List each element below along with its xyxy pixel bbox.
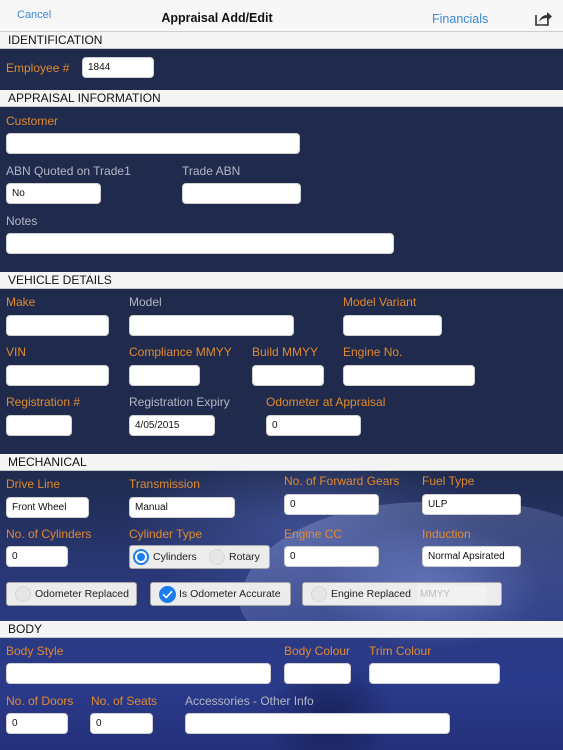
radio-rotary[interactable] <box>209 549 225 565</box>
engine-replaced-label: Engine Replaced <box>331 588 411 600</box>
trade-abn-label: Trade ABN <box>182 164 241 178</box>
model-label: Model <box>129 295 162 309</box>
body-colour-label: Body Colour <box>284 644 351 658</box>
cylinder-type-selector: Cylinders Rotary <box>129 545 270 569</box>
registration-expiry-label: Registration Expiry <box>129 395 230 409</box>
model-field[interactable] <box>129 315 294 336</box>
accessories-label: Accessories - Other Info <box>185 694 314 708</box>
section-header-body: BODY <box>0 621 563 638</box>
make-label: Make <box>6 295 36 309</box>
forward-gears-label: No. of Forward Gears <box>284 474 400 488</box>
engine-cc-label: Engine CC <box>284 527 343 541</box>
engine-no-field[interactable] <box>343 365 475 386</box>
abn-quoted-field[interactable]: No <box>6 183 101 204</box>
engine-no-label: Engine No. <box>343 345 403 359</box>
fuel-type-field[interactable]: ULP <box>422 494 521 515</box>
odometer-accurate-toggle[interactable]: Is Odometer Accurate <box>150 582 291 606</box>
rotary-option-label[interactable]: Rotary <box>229 551 260 563</box>
doors-label: No. of Doors <box>6 694 74 708</box>
odometer-label: Odometer at Appraisal <box>266 395 386 409</box>
customer-field[interactable] <box>6 133 300 154</box>
section-header-identification: IDENTIFICATION <box>0 32 563 49</box>
cylinders-count-field[interactable]: 0 <box>6 546 68 567</box>
transmission-field[interactable]: Manual <box>129 497 235 518</box>
trim-colour-label: Trim Colour <box>369 644 432 658</box>
checkmark-icon[interactable] <box>159 586 176 603</box>
registration-expiry-field[interactable]: 4/05/2015 <box>129 415 215 436</box>
section-header-appraisal-information: APPRAISAL INFORMATION <box>0 90 563 107</box>
engine-replaced-date-field[interactable]: MMYY <box>417 585 487 604</box>
odometer-replaced-label: Odometer Replaced <box>35 588 129 600</box>
registration-field[interactable] <box>6 415 72 436</box>
customer-label: Customer <box>6 114 59 128</box>
odometer-replaced-toggle[interactable]: Odometer Replaced <box>6 582 137 606</box>
model-variant-field[interactable] <box>343 315 442 336</box>
navigation-bar: Cancel Appraisal Add/Edit Financials <box>0 0 563 32</box>
transmission-label: Transmission <box>129 477 200 491</box>
form-scroll-area[interactable]: IDENTIFICATION Employee # 1844 APPRAISAL… <box>0 32 563 750</box>
seats-field[interactable]: 0 <box>90 713 153 734</box>
compliance-field[interactable] <box>129 365 200 386</box>
odometer-accurate-label: Is Odometer Accurate <box>179 588 281 600</box>
forward-gears-field[interactable]: 0 <box>284 494 379 515</box>
drive-line-label: Drive Line <box>6 477 61 491</box>
induction-field[interactable]: Normal Apsirated <box>422 546 521 567</box>
odometer-field[interactable]: 0 <box>266 415 361 436</box>
fuel-type-label: Fuel Type <box>422 474 475 488</box>
model-variant-label: Model Variant <box>343 295 417 309</box>
radio-cylinders[interactable] <box>133 549 149 565</box>
share-icon[interactable] <box>535 10 553 26</box>
employee-label: Employee # <box>6 61 70 75</box>
trim-colour-field[interactable] <box>369 663 500 684</box>
notes-field[interactable] <box>6 233 394 254</box>
trade-abn-field[interactable] <box>182 183 301 204</box>
build-field[interactable] <box>252 365 324 386</box>
employee-field[interactable]: 1844 <box>82 57 154 78</box>
abn-quoted-label: ABN Quoted on Trade1 <box>6 164 131 178</box>
compliance-label: Compliance MMYY <box>129 345 232 359</box>
cylinder-type-label: Cylinder Type <box>129 527 203 541</box>
notes-label: Notes <box>6 214 38 228</box>
cylinders-option-label[interactable]: Cylinders <box>153 551 197 563</box>
build-label: Build MMYY <box>252 345 319 359</box>
engine-replaced-toggle[interactable]: Engine Replaced MMYY <box>302 582 502 606</box>
vin-field[interactable] <box>6 365 109 386</box>
seats-label: No. of Seats <box>91 694 158 708</box>
body-colour-field[interactable] <box>284 663 351 684</box>
registration-label: Registration # <box>6 395 81 409</box>
doors-field[interactable]: 0 <box>6 713 68 734</box>
section-header-vehicle-details: VEHICLE DETAILS <box>0 272 563 289</box>
engine-replaced-checkbox[interactable] <box>311 586 327 602</box>
cylinders-count-label: No. of Cylinders <box>6 527 92 541</box>
make-field[interactable] <box>6 315 109 336</box>
drive-line-field[interactable]: Front Wheel <box>6 497 89 518</box>
accessories-field[interactable] <box>185 713 450 734</box>
odometer-replaced-checkbox[interactable] <box>15 586 31 602</box>
induction-label: Induction <box>422 527 471 541</box>
body-style-label: Body Style <box>6 644 64 658</box>
section-header-mechanical: MECHANICAL <box>0 454 563 471</box>
body-style-field[interactable] <box>6 663 271 684</box>
page-title: Appraisal Add/Edit <box>161 11 273 25</box>
vin-label: VIN <box>6 345 27 359</box>
financials-button[interactable]: Financials <box>432 12 488 26</box>
engine-cc-field[interactable]: 0 <box>284 546 379 567</box>
